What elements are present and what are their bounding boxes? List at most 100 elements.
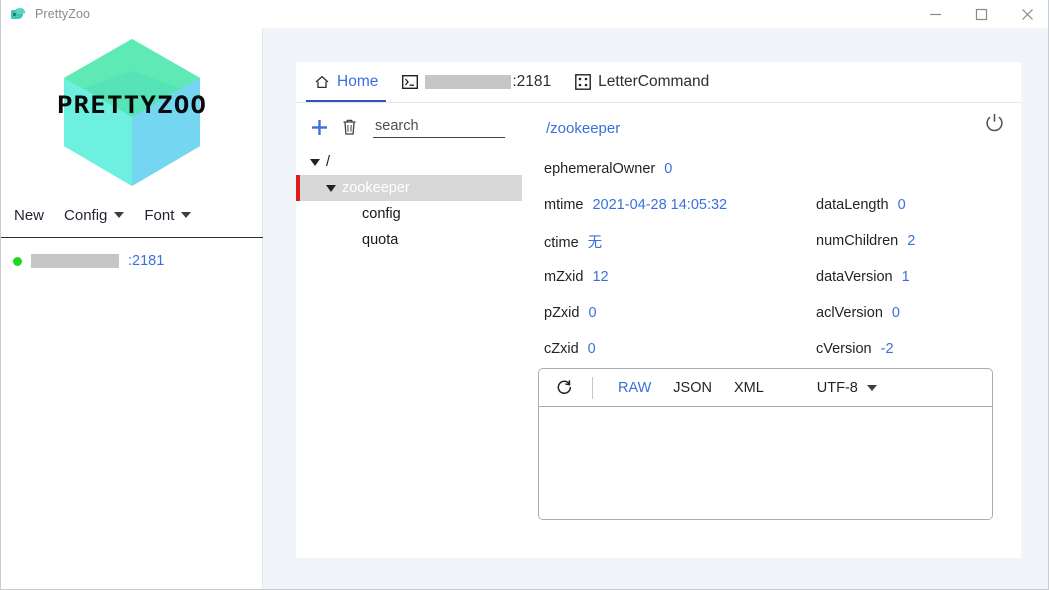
property-row: pZxid 0 aclVersion 0 <box>544 295 986 331</box>
property-row: mtime 2021-04-28 14:05:32 dataLength 0 <box>544 187 986 223</box>
tab-connection-label: :2181 <box>512 73 552 90</box>
property-key: numChildren <box>816 233 899 249</box>
property-value: 12 <box>592 269 609 285</box>
property-row: ephemeralOwner 0 <box>544 151 986 187</box>
add-icon[interactable] <box>310 118 329 137</box>
tab-connection[interactable]: :2181 <box>390 62 563 102</box>
toolbar-divider <box>592 376 593 399</box>
tree-node-root[interactable]: / <box>310 149 536 175</box>
sidebar: PRETTYZOO New Config Font :2181 <box>1 28 263 589</box>
tab-home-label: Home <box>337 73 379 90</box>
tab-letter-command[interactable]: LetterCommand <box>563 62 721 102</box>
property-value: 0 <box>588 305 597 321</box>
data-toolbar: RAW JSON XML UTF-8 <box>539 369 992 407</box>
tree-node-label: quota <box>362 232 399 248</box>
property-key: cVersion <box>816 341 872 357</box>
format-json[interactable]: JSON <box>662 380 723 396</box>
chevron-down-icon <box>114 212 125 218</box>
property-key: aclVersion <box>816 305 883 321</box>
titlebar: PrettyZoo <box>1 0 1048 28</box>
sidebar-menu: New Config Font <box>1 193 262 237</box>
tree-node-config[interactable]: config <box>310 201 536 227</box>
tree-toolbar <box>310 112 536 142</box>
tree-node-quota[interactable]: quota <box>310 227 536 253</box>
chevron-down-icon <box>181 212 192 218</box>
property-key: dataLength <box>816 197 889 213</box>
property-value: 无 <box>587 234 603 251</box>
property-value: -2 <box>880 341 894 357</box>
search-input[interactable] <box>373 116 505 138</box>
node-path: /zookeeper <box>546 119 621 137</box>
property-value: 2021-04-28 14:05:32 <box>592 197 728 213</box>
encoding-select[interactable]: UTF-8 <box>817 380 877 396</box>
property-key: ephemeralOwner <box>544 161 656 177</box>
property-value: 0 <box>664 161 673 177</box>
connection-list: :2181 <box>1 238 262 274</box>
property-row: cZxid 0 cVersion -2 <box>544 331 986 367</box>
tree-node-label: / <box>326 154 331 170</box>
titlebar-left: PrettyZoo <box>1 6 90 23</box>
redacted-host <box>425 75 512 89</box>
app-logo: PRETTYZOO <box>1 28 263 193</box>
expand-triangle-icon[interactable] <box>310 158 320 166</box>
menu-config-label: Config <box>64 206 108 224</box>
logo-text: PRETTYZOO <box>56 90 208 119</box>
connection-item[interactable]: :2181 <box>1 248 262 274</box>
window-controls <box>912 0 1048 28</box>
tab-letter-command-label: LetterCommand <box>598 73 710 90</box>
content-card: Home :2181 LetterCommand search / zookee… <box>296 62 1021 558</box>
property-row: ctime 无 numChildren 2 <box>544 223 986 259</box>
menu-font-label: Font <box>144 206 175 224</box>
power-icon[interactable] <box>981 109 1007 135</box>
tab-strip: Home :2181 LetterCommand <box>296 62 1021 103</box>
tree-node-label: config <box>362 206 401 222</box>
menu-new[interactable]: New <box>14 207 44 224</box>
window-title: PrettyZoo <box>35 7 91 21</box>
encoding-label: UTF-8 <box>816 379 858 396</box>
property-value: 0 <box>891 305 900 321</box>
prettyzoo-window: PrettyZoo PRETTYZOO New Config Font:218… <box>0 0 1049 590</box>
tree-node-zookeeper[interactable]: zookeeper <box>296 175 522 201</box>
format-xml[interactable]: XML <box>723 380 775 396</box>
chevron-down-icon <box>866 384 877 391</box>
property-row: mZxid 12 dataVersion 1 <box>544 259 986 295</box>
main-area: Home :2181 LetterCommand search / zookee… <box>263 28 1048 589</box>
node-path-row: /zookeeper <box>536 113 1021 143</box>
card-body: / zookeeper config quota <box>296 103 1021 558</box>
close-icon[interactable] <box>1004 0 1048 28</box>
property-key: dataVersion <box>816 269 893 285</box>
property-key: pZxid <box>544 305 580 321</box>
connection-port: :2181 <box>128 253 165 269</box>
minimize-icon[interactable] <box>912 0 958 28</box>
tab-home[interactable]: Home <box>302 62 390 102</box>
trash-icon[interactable] <box>341 118 358 136</box>
property-key: ctime <box>544 234 579 251</box>
tree-panel: / zookeeper config quota <box>296 103 536 558</box>
node-tree: / zookeeper config quota <box>296 149 536 253</box>
dice-icon <box>575 74 592 90</box>
refresh-icon[interactable] <box>552 375 578 401</box>
property-key: mZxid <box>544 269 584 285</box>
data-panel: RAW JSON XML UTF-8 <box>538 368 993 520</box>
property-key: mtime <box>544 197 584 213</box>
menu-font[interactable]: Font <box>144 206 192 224</box>
menu-config[interactable]: Config <box>64 206 125 224</box>
properties-grid: ephemeralOwner 0 mtime 2021-04-28 14:05:… <box>536 151 986 367</box>
redacted-host <box>31 254 119 268</box>
property-key: cZxid <box>544 341 579 357</box>
property-value: 0 <box>587 341 596 357</box>
terminal-icon <box>402 75 419 89</box>
format-raw[interactable]: RAW <box>607 380 662 396</box>
tree-node-label: zookeeper <box>342 180 410 196</box>
property-value: 2 <box>907 233 916 249</box>
property-value: 0 <box>897 197 906 213</box>
node-data-textarea[interactable] <box>539 407 992 519</box>
home-icon <box>314 74 330 90</box>
expand-triangle-icon[interactable] <box>326 184 336 192</box>
detail-panel: /zookeeper ephemeralOwner 0 mtime 2021-0… <box>536 103 1021 558</box>
bird-icon <box>10 6 27 23</box>
status-online-dot <box>13 256 22 266</box>
menu-new-label: New <box>14 206 45 224</box>
maximize-icon[interactable] <box>958 0 1004 28</box>
property-value: 1 <box>901 269 910 285</box>
